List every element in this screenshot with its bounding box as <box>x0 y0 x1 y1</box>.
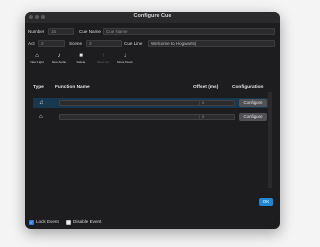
arrow-up-icon: ↑ <box>101 53 105 59</box>
configure-button[interactable]: Configure <box>239 113 267 121</box>
music-note-icon: ♪ <box>57 53 61 59</box>
move-down-label: Move Down <box>117 60 133 64</box>
cue-line-label: Cue Line <box>124 41 143 46</box>
configuration-column-header: Configuration <box>232 85 264 90</box>
offset-column-header: Offset (ms) <box>193 85 219 90</box>
function-name-field[interactable] <box>59 100 219 106</box>
disable-event-label: Disable Event <box>73 219 102 224</box>
function-name-field[interactable] <box>59 114 219 120</box>
offset-field[interactable]: 0 <box>199 114 235 120</box>
new-light-label: New Light <box>30 60 44 64</box>
scene-field[interactable]: 3 <box>86 40 122 47</box>
music-note-icon: ♫ <box>39 100 44 106</box>
delete-button[interactable]: ■ Delete <box>73 53 89 68</box>
move-up-button[interactable]: ↑ Move Up <box>95 53 111 68</box>
type-column-header: Type <box>33 85 44 90</box>
delete-label: Delete <box>76 60 86 64</box>
window-title: Configure Cue <box>133 13 172 19</box>
act-field[interactable]: 2 <box>38 40 65 47</box>
light-icon: ⌂ <box>35 53 39 59</box>
scene-label: Scene <box>69 41 83 46</box>
new-light-button[interactable]: ⌂ New Light <box>29 53 45 68</box>
function-name-column-header: Function Name <box>55 85 90 90</box>
move-down-button[interactable]: ↓ Move Down <box>117 53 133 68</box>
ok-button[interactable]: OK <box>259 198 273 206</box>
new-audio-button[interactable]: ♪ New Audio <box>51 53 67 68</box>
table-row[interactable]: ♫ 0 Configure <box>33 98 268 108</box>
new-audio-label: New Audio <box>51 60 67 64</box>
table-scrollbar[interactable] <box>268 92 272 188</box>
lock-event-label: Lock Event <box>36 219 59 224</box>
title-bar: Configure Cue <box>25 12 280 23</box>
light-icon: ⌂ <box>39 114 43 120</box>
number-field[interactable]: 15 <box>48 28 74 35</box>
move-up-label: Move Up <box>96 60 109 64</box>
cue-name-label: Cue Name <box>79 29 101 34</box>
lock-event-checkbox[interactable]: ✓ <box>29 220 34 225</box>
disable-event-checkbox[interactable] <box>66 220 71 225</box>
trash-icon: ■ <box>79 53 83 59</box>
table-row[interactable]: ⌂ 0 Configure <box>33 112 268 122</box>
offset-field[interactable]: 0 <box>199 100 235 106</box>
arrow-down-icon: ↓ <box>123 53 127 59</box>
configure-button[interactable]: Configure <box>239 99 267 107</box>
configure-cue-window: Configure Cue Number 15 Cue Name Cue Nam… <box>25 12 280 229</box>
cue-line-field[interactable]: Welcome to Hogwarts| <box>148 40 275 47</box>
cue-name-field[interactable]: Cue Name <box>103 28 275 35</box>
number-label: Number <box>28 29 45 34</box>
act-label: Act <box>28 41 35 46</box>
